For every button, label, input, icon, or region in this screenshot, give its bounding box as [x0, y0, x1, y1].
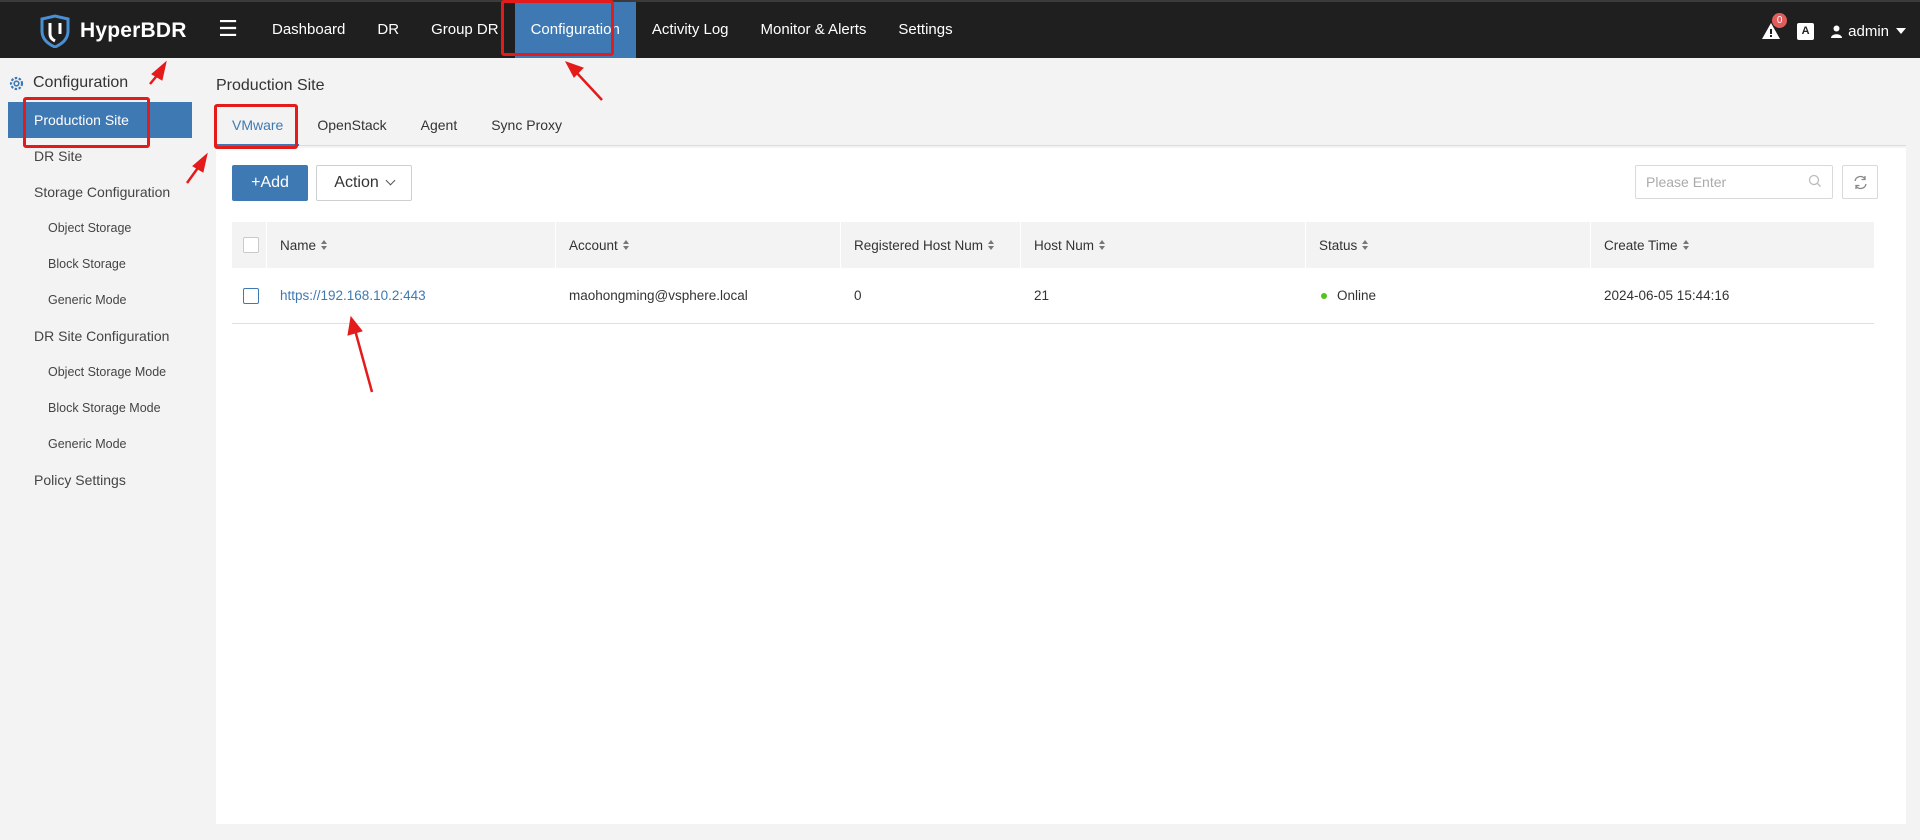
sidebar-item-generic-mode-dr[interactable]: Generic Mode: [8, 426, 192, 462]
nav-item-dr[interactable]: DR: [361, 2, 415, 58]
cell-registered-host-num: 0: [854, 288, 862, 303]
tab-agent[interactable]: Agent: [405, 110, 474, 146]
sidebar: Configuration Production Site DR Site St…: [0, 58, 200, 840]
highlight-vmware-tab: [214, 104, 298, 149]
tab-openstack[interactable]: OpenStack: [301, 110, 402, 146]
vmware-site-link[interactable]: https://192.168.10.2:443: [280, 288, 426, 303]
alert-count-badge: 0: [1772, 13, 1788, 28]
language-icon[interactable]: A: [1797, 22, 1815, 40]
highlight-configuration-nav: [501, 0, 614, 56]
row-checkbox[interactable]: [243, 287, 259, 304]
platform-tabs: VMware OpenStack Agent Sync Proxy: [216, 110, 1906, 146]
header-checkbox-cell: [232, 222, 267, 268]
tab-sync-proxy[interactable]: Sync Proxy: [475, 110, 578, 146]
page-title: Production Site: [216, 77, 325, 94]
refresh-icon: [1853, 175, 1867, 189]
status-online-dot: [1321, 292, 1327, 299]
sort-icon[interactable]: [988, 239, 995, 251]
search-icon: [1808, 174, 1821, 187]
sort-icon[interactable]: [1362, 239, 1369, 251]
hyperbdr-logo-icon: [40, 14, 70, 48]
table-header: Name Account Registered Host Num Host Nu…: [232, 222, 1874, 268]
nav-item-settings[interactable]: Settings: [882, 2, 968, 58]
column-header-name[interactable]: Name: [267, 222, 556, 268]
sidebar-item-block-storage[interactable]: Block Storage: [8, 246, 192, 282]
search-input[interactable]: [1635, 165, 1833, 199]
refresh-button[interactable]: [1842, 165, 1878, 199]
sidebar-heading: Configuration: [8, 74, 128, 92]
sort-icon[interactable]: [1099, 239, 1106, 251]
vmware-table: Name Account Registered Host Num Host Nu…: [232, 222, 1874, 324]
status-text: Online: [1337, 288, 1377, 303]
column-label: Account: [569, 237, 618, 253]
sort-icon[interactable]: [622, 239, 630, 251]
column-label: Create Time: [1604, 237, 1678, 253]
app-logo[interactable]: HyperBDR: [38, 14, 187, 48]
column-label: Host Num: [1034, 237, 1095, 253]
cell-status: Online: [1306, 268, 1591, 323]
column-header-host-num[interactable]: Host Num: [1021, 222, 1306, 268]
app-name: HyperBDR: [80, 19, 187, 42]
cell-name: https://192.168.10.2:443: [267, 268, 556, 323]
top-navbar: HyperBDR ☰ Dashboard DR Group DR Configu…: [0, 0, 1920, 58]
column-label: Name: [280, 237, 317, 253]
sidebar-item-policy-settings[interactable]: Policy Settings: [8, 462, 192, 498]
nav-item-activity-log[interactable]: Activity Log: [636, 2, 745, 58]
nav-item-monitor-alerts[interactable]: Monitor & Alerts: [745, 2, 883, 58]
sort-icon[interactable]: [321, 239, 328, 251]
sidebar-item-object-storage-mode[interactable]: Object Storage Mode: [8, 354, 192, 390]
sidebar-item-object-storage[interactable]: Object Storage: [8, 210, 192, 246]
nav-item-group-dr[interactable]: Group DR: [415, 2, 515, 58]
column-header-account[interactable]: Account: [556, 222, 841, 268]
user-menu[interactable]: admin: [1830, 23, 1906, 40]
alerts-button[interactable]: 0: [1761, 13, 1788, 41]
user-icon: [1831, 25, 1843, 38]
action-label: Action: [334, 174, 379, 191]
sidebar-item-generic-mode[interactable]: Generic Mode: [8, 282, 192, 318]
cell-create-time: 2024-06-05 15:44:16: [1604, 288, 1730, 303]
cell-account: maohongming@vsphere.local: [569, 288, 748, 303]
sort-icon[interactable]: [1682, 239, 1690, 251]
nav-item-dashboard[interactable]: Dashboard: [256, 2, 361, 58]
user-name: admin: [1848, 22, 1889, 40]
navbar-right: 0 A admin: [1761, 2, 1906, 60]
column-label: Status: [1319, 237, 1358, 253]
column-header-registered-host-num[interactable]: Registered Host Num: [841, 222, 1021, 268]
cell-host-num: 21: [1034, 288, 1050, 303]
row-checkbox-cell: [232, 268, 267, 323]
table-row[interactable]: https://192.168.10.2:443 maohongming@vsp…: [232, 268, 1874, 324]
content-panel: +Add Action Name Account Registered Host…: [216, 148, 1906, 824]
column-header-create-time[interactable]: Create Time: [1591, 222, 1874, 268]
highlight-production-site: [23, 97, 150, 148]
sidebar-item-block-storage-mode[interactable]: Block Storage Mode: [8, 390, 192, 426]
sidebar-item-dr-site-configuration[interactable]: DR Site Configuration: [8, 318, 192, 354]
column-label: Registered Host Num: [854, 237, 984, 253]
select-all-checkbox[interactable]: [243, 237, 259, 253]
action-dropdown[interactable]: Action: [316, 165, 412, 201]
column-header-status[interactable]: Status: [1306, 222, 1591, 268]
add-button[interactable]: +Add: [232, 165, 308, 201]
sidebar-heading-label: Configuration: [33, 74, 129, 91]
chevron-down-icon: [385, 175, 396, 186]
sidebar-item-storage-configuration[interactable]: Storage Configuration: [8, 174, 192, 210]
gear-icon: [9, 76, 24, 90]
chevron-down-icon: [1896, 28, 1906, 34]
menu-toggle-icon[interactable]: ☰: [217, 18, 239, 40]
